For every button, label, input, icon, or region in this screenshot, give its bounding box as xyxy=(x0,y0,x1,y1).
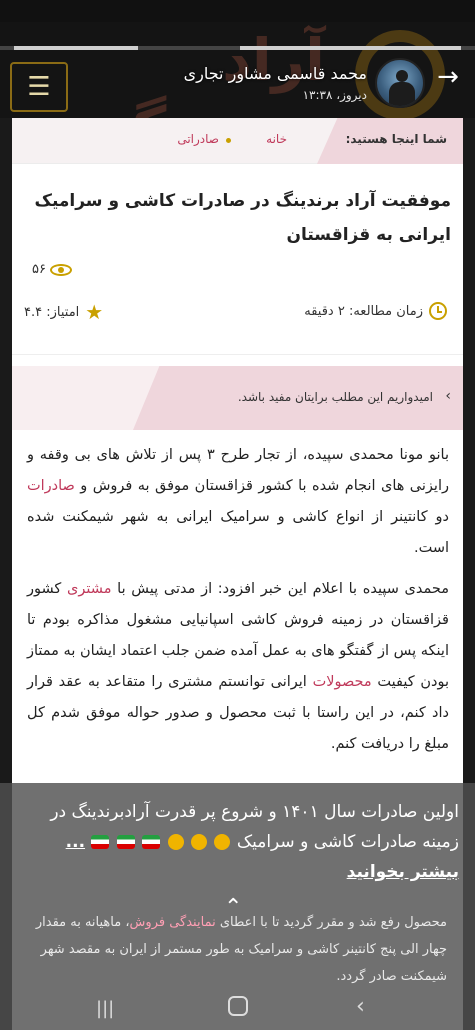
breadcrumb-label: شما اینجا هستید: xyxy=(345,132,447,146)
link-sales-agency[interactable]: نمایندگی فروش xyxy=(130,915,216,930)
post-time: دیروز، ۱۳:۳۸ xyxy=(302,88,367,102)
story-progress-bar xyxy=(0,46,475,50)
view-count-value: ۵۶ xyxy=(32,262,46,277)
flexed-arm-icon xyxy=(167,834,184,850)
article-body: بانو مونا محمدی سپیده، از تجار طرح ۳ پس … xyxy=(27,440,449,770)
system-nav-bar: ||| ‹ xyxy=(0,990,475,1030)
clock-icon xyxy=(429,302,447,320)
avatar-head xyxy=(396,70,408,82)
article-continued-text: محصول رفع شد و مقرر گردید تا با اعطای نم… xyxy=(27,909,447,990)
breadcrumb-separator xyxy=(226,138,231,143)
rating-text: امتیاز: ۴.۴ xyxy=(24,304,80,320)
reading-time-text: زمان مطالعه: ۲ دقیقه xyxy=(304,303,423,319)
eye-icon xyxy=(49,263,72,276)
breadcrumb: شما اینجا هستید: خانه صادراتی xyxy=(12,118,463,164)
status-bar xyxy=(0,0,475,22)
article-title: موفقیت آراد برندینگ در صادرات کاشی و سرا… xyxy=(34,191,451,245)
story-progress-segment xyxy=(240,46,461,50)
recent-apps-icon[interactable]: ||| xyxy=(96,998,114,1019)
breadcrumb-category-link[interactable]: صادراتی xyxy=(177,132,219,146)
iran-flag-icon xyxy=(91,835,110,849)
star-icon: ★ xyxy=(85,300,104,324)
arrow-right-icon[interactable]: → xyxy=(433,62,463,92)
caption-text: اولین صادرات سال ۱۴۰۱ و شروع پر قدرت آرا… xyxy=(14,797,459,887)
paragraph-text: بانو مونا محمدی سپیده، از تجار طرح ۳ پس … xyxy=(27,447,449,494)
home-icon[interactable] xyxy=(228,996,248,1016)
iran-flag-icon xyxy=(142,835,161,849)
helpful-note: ‹ امیدواریم این مطلب برایتان مفید باشد. xyxy=(12,366,463,430)
avatar[interactable] xyxy=(375,58,425,108)
menu-button[interactable]: ☰ xyxy=(10,62,68,112)
paragraph-text: دو کانتینر از انواع کاشی و سرامیک ایرانی… xyxy=(27,509,449,556)
story-progress-segment xyxy=(14,46,138,50)
back-icon[interactable]: ‹ xyxy=(356,994,365,1019)
reading-time: زمان مطالعه: ۲ دقیقه xyxy=(304,302,447,320)
link-exports[interactable]: صادرات xyxy=(27,478,75,494)
link-customer[interactable]: مشتری xyxy=(67,581,111,597)
author-name[interactable]: محمد قاسمی مشاور تجاری xyxy=(184,64,367,83)
flexed-arm-icon xyxy=(191,834,208,850)
divider xyxy=(12,354,463,355)
paragraph-text: محصول رفع شد و مقرر گردید تا با اعطای xyxy=(215,915,447,930)
paragraph-text: محمدی سپیده با اعلام این خبر افزود: از م… xyxy=(111,581,449,597)
article-meta: زمان مطالعه: ۲ دقیقه ★ امتیاز: ۴.۴ xyxy=(22,298,453,328)
view-count: ۵۶ xyxy=(32,262,72,277)
flexed-arm-icon xyxy=(214,834,231,850)
caption-line: اولین صادرات سال ۱۴۰۱ و شروع پر قدرت آرا… xyxy=(50,802,459,852)
article-paragraph: بانو مونا محمدی سپیده، از تجار طرح ۳ پس … xyxy=(27,440,449,564)
list-icon: ☰ xyxy=(27,72,51,102)
rating[interactable]: ★ امتیاز: ۴.۴ xyxy=(24,302,103,322)
link-products[interactable]: محصولات xyxy=(313,674,372,690)
breadcrumb-home-link[interactable]: خانه xyxy=(266,132,287,146)
article-paragraph: محمدی سپیده با اعلام این خبر افزود: از م… xyxy=(27,574,449,760)
avatar-body xyxy=(389,82,415,106)
story-header: آراد برندینگ → محمد قاسمی مشاور تجاری دی… xyxy=(0,22,475,118)
helpful-note-text: امیدواریم این مطلب برایتان مفید باشد. xyxy=(237,390,433,404)
chevron-left-icon: ‹ xyxy=(445,388,451,404)
iran-flag-icon xyxy=(116,835,135,849)
